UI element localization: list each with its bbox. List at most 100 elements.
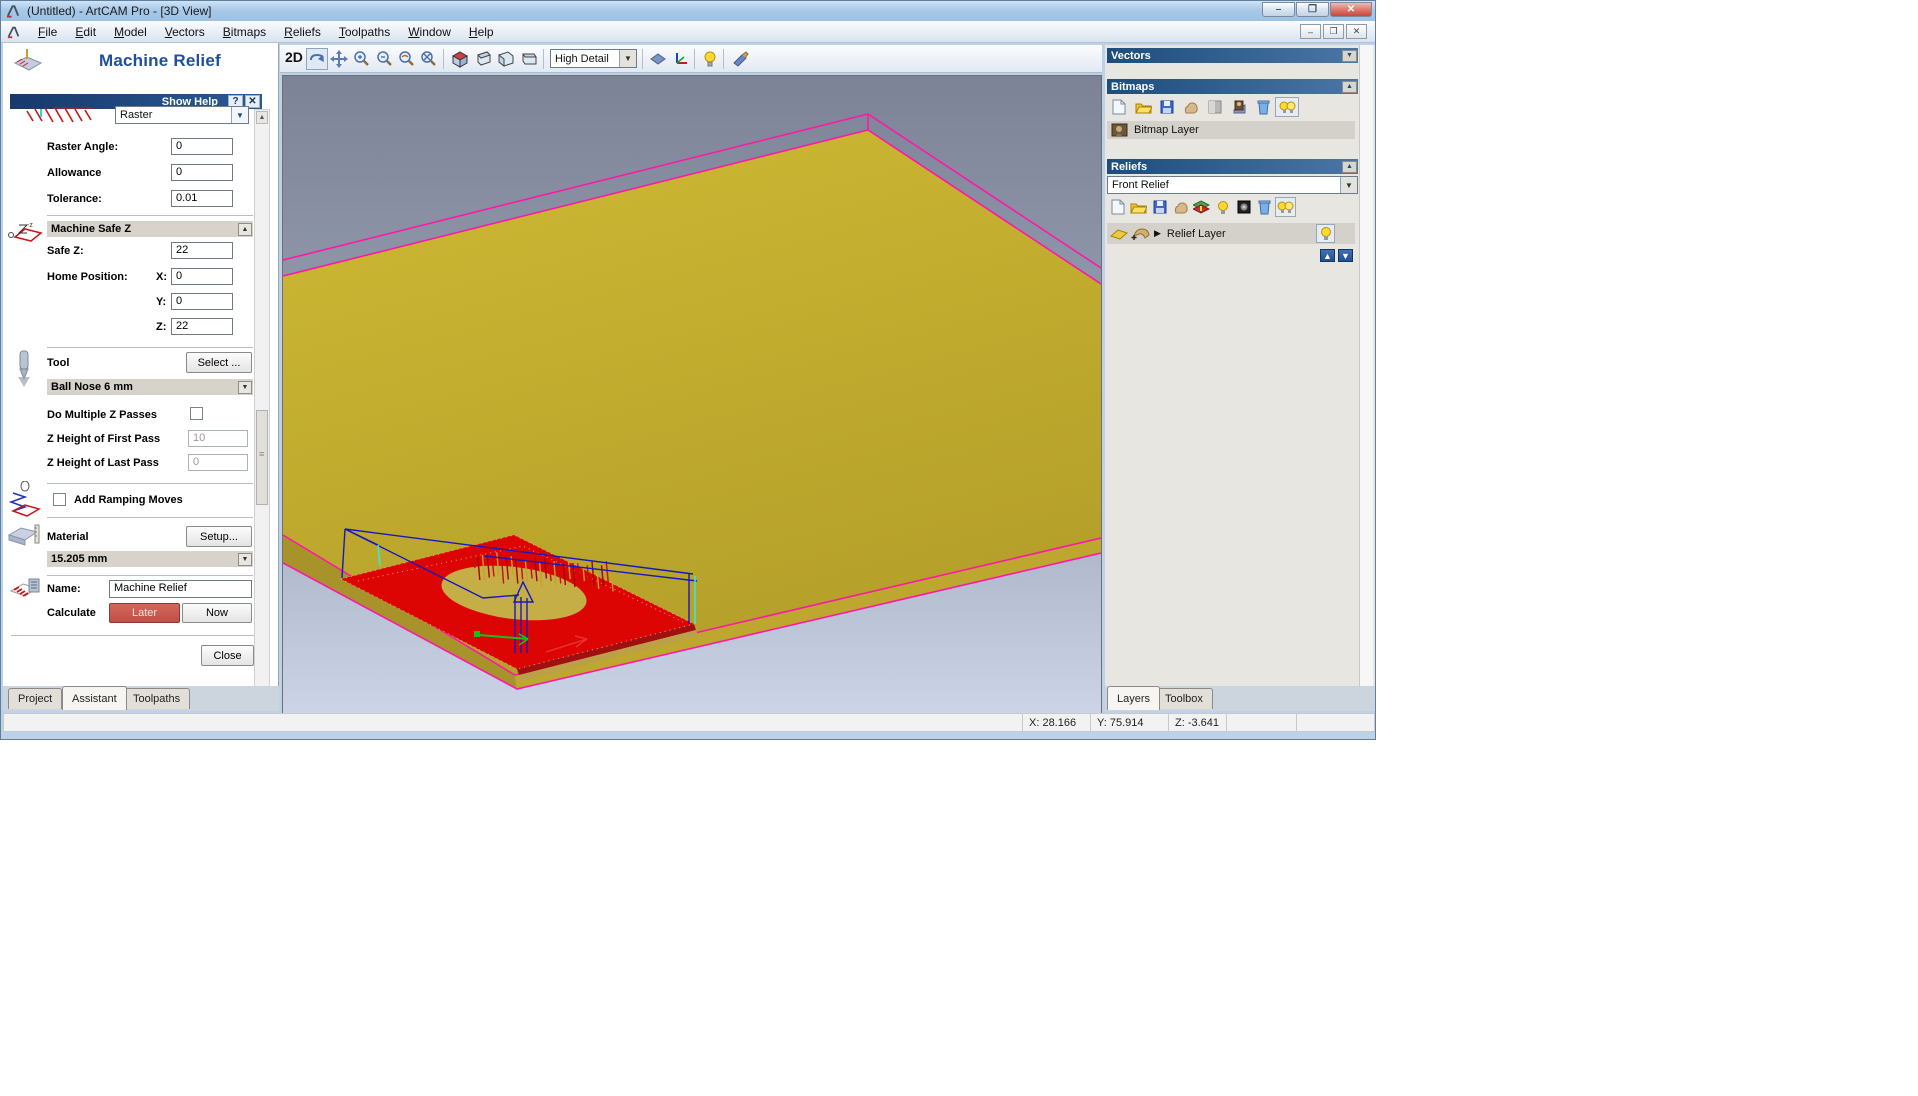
view-along-z-icon[interactable] <box>518 48 540 70</box>
tool-select-button[interactable]: Select ... <box>186 352 252 373</box>
menu-model[interactable]: Model <box>105 23 156 41</box>
raster-angle-field[interactable]: 0 <box>171 138 233 155</box>
relief-layer-visibility-icon[interactable] <box>1316 224 1335 243</box>
close-button[interactable]: ✕ <box>1330 2 1372 17</box>
delete-layer-icon[interactable] <box>1251 97 1275 117</box>
assistant-scrollbar[interactable]: ▲ ▼ <box>254 109 270 686</box>
greyscale-icon[interactable] <box>1203 97 1227 117</box>
save-relief-layer-icon[interactable] <box>1149 197 1170 217</box>
zoom-out-icon[interactable] <box>374 48 396 70</box>
tool-name-band[interactable]: Ball Nose 6 mm ▼ <box>47 379 253 395</box>
menu-toolpaths[interactable]: Toolpaths <box>330 23 399 41</box>
calculate-later-button[interactable]: Later <box>109 603 180 623</box>
stack-layers-icon[interactable] <box>1191 197 1212 217</box>
2d-view-button[interactable]: 2D <box>285 49 303 65</box>
draw-relief-icon[interactable] <box>647 48 669 70</box>
material-thickness-band[interactable]: 15.205 mm ▼ <box>47 551 253 567</box>
visibility-bulb-icon[interactable] <box>1212 197 1233 217</box>
detail-combobox[interactable]: High Detail ▼ <box>550 49 637 68</box>
collapse-up-icon[interactable]: ▲ <box>238 222 252 236</box>
open-relief-layer-icon[interactable] <box>1128 197 1149 217</box>
expand-down-icon[interactable]: ▼ <box>1342 49 1357 62</box>
strategy-combobox[interactable]: Raster ▼ <box>115 106 249 124</box>
tab-toolpaths[interactable]: Toolpaths <box>123 688 191 709</box>
view-along-y-icon[interactable] <box>495 48 517 70</box>
origin-axes-icon[interactable] <box>670 48 692 70</box>
rotate-view-icon[interactable] <box>306 48 328 70</box>
light-icon[interactable] <box>699 48 721 70</box>
name-field[interactable]: Machine Relief <box>109 580 252 598</box>
child-minimize-button[interactable]: – <box>1300 24 1321 39</box>
close-panel-button[interactable]: Close <box>201 645 254 666</box>
home-y-field[interactable]: 0 <box>171 293 233 310</box>
bitmap-image-icon[interactable] <box>1227 97 1251 117</box>
safe-z-field[interactable]: 22 <box>171 242 233 259</box>
machine-safe-z-header[interactable]: Machine Safe Z ▲ <box>47 221 253 237</box>
merge-layer-icon[interactable] <box>1179 97 1203 117</box>
view-along-x-icon[interactable] <box>472 48 494 70</box>
zoom-in-icon[interactable] <box>351 48 373 70</box>
merge-relief-icon[interactable] <box>1170 197 1191 217</box>
chevron-down-icon[interactable]: ▼ <box>1340 177 1357 193</box>
menu-edit[interactable]: Edit <box>66 23 105 41</box>
layers-panel-scrollbar[interactable] <box>1359 45 1373 689</box>
allowance-field[interactable]: 0 <box>171 164 233 181</box>
reliefs-section-header[interactable]: Reliefs ▲ <box>1107 159 1358 174</box>
zoom-extents-icon[interactable] <box>418 48 440 70</box>
minimize-button[interactable]: – <box>1262 2 1295 17</box>
tab-layers[interactable]: Layers <box>1107 686 1161 710</box>
multi-pass-checkbox[interactable] <box>190 407 203 420</box>
isometric-view-icon[interactable] <box>449 48 471 70</box>
menu-reliefs[interactable]: Reliefs <box>275 23 330 41</box>
bitmaps-section-header[interactable]: Bitmaps ▲ <box>1107 79 1358 94</box>
machine-safe-z-header-label: Machine Safe Z <box>51 223 132 235</box>
toggle-relief-visibility-icon[interactable] <box>1275 197 1296 217</box>
delete-relief-layer-icon[interactable] <box>1254 197 1275 217</box>
tolerance-field[interactable]: 0.01 <box>171 190 233 207</box>
open-layer-icon[interactable] <box>1131 97 1155 117</box>
collapse-up-icon[interactable]: ▲ <box>1342 80 1357 93</box>
calculate-now-button[interactable]: Now <box>182 603 252 623</box>
home-x-label: X: <box>156 271 167 283</box>
zoom-previous-icon[interactable] <box>396 48 418 70</box>
chevron-down-icon[interactable]: ▼ <box>238 380 252 394</box>
home-x-field[interactable]: 0 <box>171 268 233 285</box>
relief-layer-row[interactable]: ▶ Relief Layer <box>1107 223 1355 244</box>
move-layer-up-icon[interactable]: ▲ <box>1320 249 1335 262</box>
child-restore-button[interactable]: ❐ <box>1323 24 1344 39</box>
ramping-checkbox[interactable] <box>53 493 66 506</box>
menu-vectors[interactable]: Vectors <box>156 23 214 41</box>
relief-image-icon[interactable] <box>1233 197 1254 217</box>
3d-viewport[interactable] <box>282 75 1102 715</box>
tolerance-label: Tolerance: <box>47 193 102 205</box>
home-z-field[interactable]: 22 <box>171 318 233 335</box>
save-layer-icon[interactable] <box>1155 97 1179 117</box>
shade-colour-icon[interactable] <box>729 48 751 70</box>
chevron-down-icon[interactable]: ▼ <box>231 107 248 123</box>
scrollbar-thumb[interactable] <box>256 410 268 505</box>
new-relief-layer-icon[interactable] <box>1107 197 1128 217</box>
expand-right-icon[interactable]: ▶ <box>1154 228 1161 239</box>
bitmap-layer-row[interactable]: Bitmap Layer <box>1107 121 1355 139</box>
restore-button[interactable]: ❐ <box>1296 2 1329 17</box>
tab-project[interactable]: Project <box>8 688 63 709</box>
relief-combobox[interactable]: Front Relief ▼ <box>1107 176 1358 194</box>
move-layer-down-icon[interactable]: ▼ <box>1338 249 1353 262</box>
chevron-down-icon[interactable]: ▼ <box>238 552 252 566</box>
collapse-up-icon[interactable]: ▲ <box>1342 160 1357 173</box>
menu-window[interactable]: Window <box>399 23 460 41</box>
3d-scene <box>282 76 1102 714</box>
tab-assistant[interactable]: Assistant <box>62 686 127 710</box>
chevron-down-icon[interactable]: ▼ <box>619 50 636 67</box>
menu-bitmaps[interactable]: Bitmaps <box>214 23 275 41</box>
material-setup-button[interactable]: Setup... <box>186 526 252 547</box>
tab-toolbox[interactable]: Toolbox <box>1155 688 1213 709</box>
menu-file[interactable]: File <box>29 23 66 41</box>
toggle-all-visibility-icon[interactable] <box>1275 97 1299 117</box>
scroll-up-icon[interactable]: ▲ <box>256 111 268 124</box>
new-layer-icon[interactable] <box>1107 97 1131 117</box>
vectors-section-header[interactable]: Vectors ▼ <box>1107 48 1358 63</box>
child-close-button[interactable]: ✕ <box>1346 24 1367 39</box>
pan-view-icon[interactable] <box>328 48 350 70</box>
menu-help[interactable]: Help <box>460 23 503 41</box>
